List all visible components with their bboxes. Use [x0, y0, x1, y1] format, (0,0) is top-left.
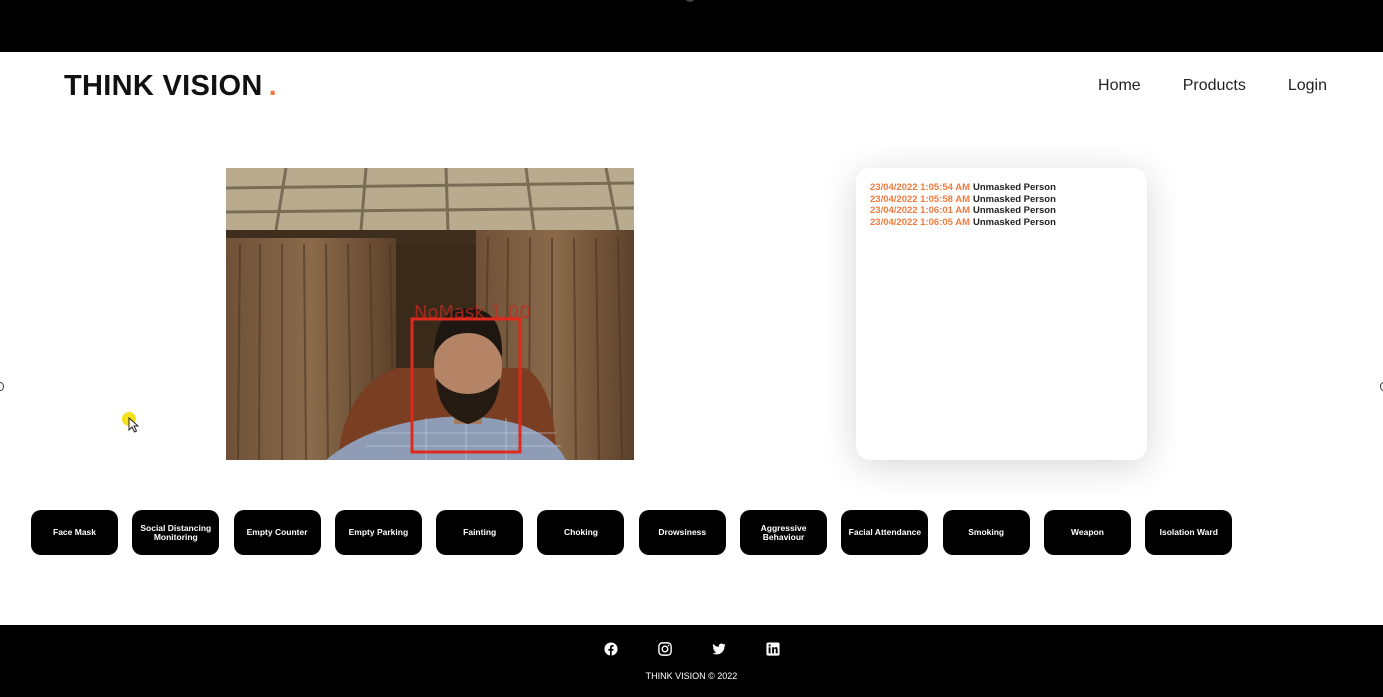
log-time: 23/04/2022 1:06:01 AM: [870, 205, 970, 217]
nav-links: Home Products Login: [1098, 77, 1327, 95]
log-message: Unmasked Person: [973, 205, 1056, 217]
social-distancing-button[interactable]: Social Distancing Monitoring: [132, 510, 220, 555]
brand-accent-dot: .: [268, 70, 277, 102]
twitter-icon[interactable]: [711, 642, 726, 656]
detection-label: NoMask 1.00: [414, 302, 531, 323]
carousel-prev-handle[interactable]: [0, 382, 4, 391]
log-time: 23/04/2022 1:06:05 AM: [870, 216, 970, 228]
camera-frame-image: NoMask 1.00: [226, 168, 634, 460]
fainting-button[interactable]: Fainting: [436, 510, 524, 555]
facebook-icon[interactable]: [603, 642, 618, 656]
log-message: Unmasked Person: [973, 216, 1056, 228]
log-time: 23/04/2022 1:05:54 AM: [870, 182, 970, 193]
brand-name: THINK VISION: [64, 70, 263, 102]
drowsiness-button[interactable]: Drowsiness: [638, 510, 726, 555]
nav-login-link[interactable]: Login: [1288, 77, 1327, 95]
nav-products-link[interactable]: Products: [1183, 77, 1246, 95]
isolation-ward-button[interactable]: Isolation Ward: [1145, 510, 1233, 555]
smoking-button[interactable]: Smoking: [942, 510, 1030, 555]
copyright-text: THINK VISION © 2022: [645, 671, 738, 681]
log-entry: 23/04/2022 1:05:58 AM Unmasked Person: [870, 194, 1133, 206]
brand-logo[interactable]: THINK VISION.: [64, 70, 277, 103]
navbar: THINK VISION. Home Products Login: [0, 52, 1383, 122]
log-time: 23/04/2022 1:05:58 AM: [870, 193, 970, 205]
camera-feed: NoMask 1.00: [226, 168, 634, 460]
detection-log-panel: 23/04/2022 1:05:54 AM Unmasked Person 23/…: [856, 168, 1147, 460]
mouse-pointer-icon: [128, 417, 140, 433]
choking-button[interactable]: Choking: [537, 510, 625, 555]
social-links: [0, 642, 1383, 656]
linkedin-icon[interactable]: [765, 642, 780, 656]
top-bar: [0, 0, 1383, 52]
camera-notch: [686, 0, 694, 2]
log-entry: 23/04/2022 1:06:05 AM Unmasked Person: [870, 217, 1133, 229]
empty-counter-button[interactable]: Empty Counter: [233, 510, 321, 555]
footer: THINK VISION © 2022: [0, 625, 1383, 697]
weapon-button[interactable]: Weapon: [1043, 510, 1131, 555]
aggressive-behaviour-button[interactable]: Aggressive Behaviour: [740, 510, 828, 555]
empty-parking-button[interactable]: Empty Parking: [334, 510, 422, 555]
log-entry: 23/04/2022 1:05:54 AM Unmasked Person: [870, 182, 1133, 194]
feature-buttons: Face Mask Social Distancing Monitoring E…: [31, 510, 1233, 555]
face-mask-button[interactable]: Face Mask: [31, 510, 118, 555]
log-entry: 23/04/2022 1:06:01 AM Unmasked Person: [870, 205, 1133, 217]
instagram-icon[interactable]: [657, 642, 672, 656]
facial-attendance-button[interactable]: Facial Attendance: [841, 510, 929, 555]
log-message: Unmasked Person: [973, 193, 1056, 205]
log-message: Unmasked Person: [973, 182, 1056, 193]
nav-home-link[interactable]: Home: [1098, 77, 1141, 95]
